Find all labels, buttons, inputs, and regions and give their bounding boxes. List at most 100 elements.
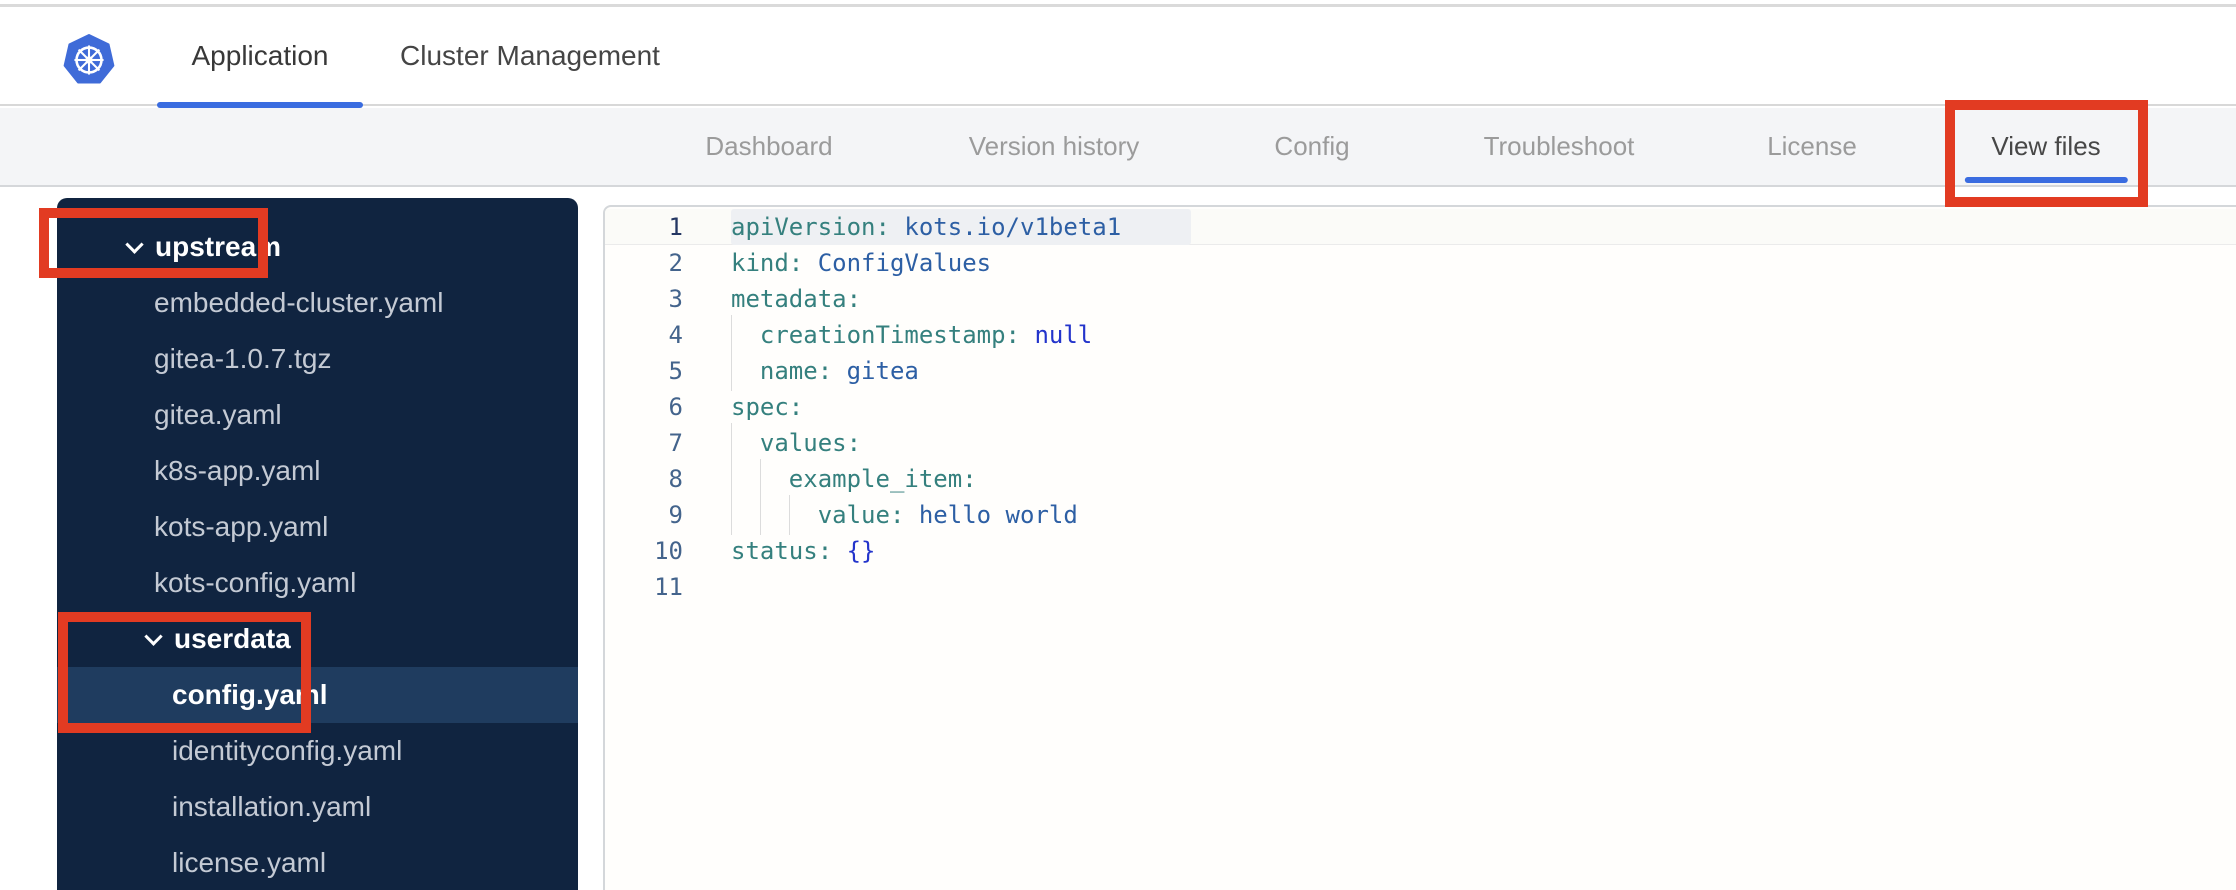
tree-item-label: identityconfig.yaml [172, 735, 403, 766]
token-kw: null [1034, 321, 1093, 349]
code-line[interactable]: 10 status: {} [605, 533, 2236, 569]
tab-cluster-management[interactable]: Cluster Management [350, 7, 710, 104]
code-line[interactable]: 6 spec: [605, 389, 2236, 425]
subnav-item-license[interactable]: License [1767, 108, 1857, 185]
token-key: value [817, 501, 890, 529]
token-key: values [759, 429, 847, 457]
code-line[interactable]: 4 creationTimestamp: null [605, 315, 2236, 355]
tree-file-gitea-1-0-7-tgz[interactable]: gitea-1.0.7.tgz [57, 331, 578, 387]
code-line[interactable]: 11 [605, 569, 2236, 605]
token-punc: : [817, 537, 847, 565]
app-header: Application Cluster Management [0, 7, 2236, 108]
subnav-item-label: Config [1274, 131, 1350, 161]
tree-file-config-yaml[interactable]: config.yaml [57, 667, 578, 723]
tree-file-gitea-yaml[interactable]: gitea.yaml [57, 387, 578, 443]
tab-label: Cluster Management [400, 39, 660, 71]
code-text: metadata: [731, 281, 861, 317]
kots-admin-console: Application Cluster Management Dashboard V… [0, 0, 2236, 890]
token-key: metadata [731, 285, 847, 313]
code-line[interactable]: 9 value: hello world [605, 495, 2236, 535]
tree-item-label: kots-app.yaml [154, 511, 329, 542]
subnav-item-version-history[interactable]: Version history [969, 108, 1140, 185]
tree-file-license-yaml[interactable]: license.yaml [57, 835, 578, 890]
tree-item-label: userdata [174, 623, 291, 654]
tab-label: Application [191, 39, 329, 71]
token-kw: {} [846, 537, 876, 565]
tree-item-label: k8s-app.yaml [154, 455, 321, 486]
subnav-item-label: License [1767, 131, 1857, 161]
token-key: kind [731, 249, 789, 277]
token-punc: : [962, 465, 977, 493]
tree-file-embedded-cluster-yaml[interactable]: embedded-cluster.yaml [57, 275, 578, 331]
line-number: 10 [654, 537, 683, 565]
indent-guide [731, 495, 732, 535]
code-line[interactable]: 3 metadata: [605, 281, 2236, 317]
yaml-editor[interactable]: 1 apiVersion: kots.io/v1beta1 2 kind: Confi… [603, 205, 2236, 890]
tree-folder-upstream[interactable]: upstream [57, 219, 578, 275]
tree-file-identityconfig-yaml[interactable]: identityconfig.yaml [57, 723, 578, 779]
subnav-item-view-files[interactable]: View files [1964, 108, 2128, 185]
subnav-item-config[interactable]: Config [1274, 108, 1349, 185]
tree-file-installation-yaml[interactable]: installation.yaml [57, 779, 578, 835]
subnav-item-label: Troubleshoot [1483, 131, 1635, 161]
subnav-item-troubleshoot[interactable]: Troubleshoot [1484, 108, 1635, 185]
subnav-item-label: Version history [968, 131, 1140, 161]
tree-item-label: gitea.yaml [154, 399, 282, 430]
chevron-down-icon [144, 626, 163, 646]
active-subnav-indicator [1964, 177, 2128, 183]
code-text: apiVersion: kots.io/v1beta1 [731, 208, 1192, 245]
tree-item-label: embedded-cluster.yaml [154, 287, 444, 318]
token-punc: : [788, 393, 804, 421]
line-number: 8 [668, 465, 683, 493]
tree-item-label: config.yaml [172, 679, 328, 710]
line-number: 4 [668, 321, 683, 349]
tree-item-label: gitea-1.0.7.tgz [154, 343, 332, 374]
code-text: value: hello world [731, 495, 1078, 535]
code-text: creationTimestamp: null [731, 315, 1093, 355]
indent-guide [731, 351, 732, 391]
code-line[interactable]: 7 values: [605, 423, 2236, 463]
token-key: example_item [788, 465, 963, 493]
line-number: 6 [668, 393, 683, 421]
tree-file-k8s-app-yaml[interactable]: k8s-app.yaml [57, 443, 578, 499]
token-punc: : [788, 249, 818, 277]
token-punc: : [889, 501, 919, 529]
token-val: ConfigValues [817, 249, 992, 277]
token-key: name [759, 357, 818, 385]
line-number: 5 [668, 357, 683, 385]
tree-folder-userdata[interactable]: userdata [57, 611, 578, 667]
code-line[interactable]: 1 apiVersion: kots.io/v1beta1 [605, 208, 2236, 245]
code-text: name: gitea [731, 351, 919, 391]
token-key: spec [731, 393, 789, 421]
tree-item-label: kots-config.yaml [154, 567, 357, 598]
indent-guide [731, 459, 732, 499]
token-val: kots.io/v1beta1 [904, 212, 1122, 241]
token-key: status [731, 537, 818, 565]
token-punc: : [875, 212, 905, 241]
line-number: 7 [668, 429, 683, 457]
subnav-item-label: View files [1991, 131, 2101, 161]
token-key: apiVersion [731, 212, 876, 241]
token-val: hello world [918, 501, 1078, 529]
code-line[interactable]: 5 name: gitea [605, 351, 2236, 391]
indent-guide [731, 423, 732, 463]
line-number: 2 [668, 249, 683, 277]
indent-guide [759, 495, 761, 535]
tree-item-label: upstream [155, 231, 282, 262]
token-punc: : [846, 429, 862, 457]
subnav-item-dashboard[interactable]: Dashboard [705, 108, 832, 185]
tree-file-kots-config-yaml[interactable]: kots-config.yaml [57, 555, 578, 611]
code-line[interactable]: 2 kind: ConfigValues [605, 245, 2236, 281]
token-val: gitea [846, 357, 919, 385]
indent-guide [788, 495, 790, 535]
code-line[interactable]: 8 example_item: [605, 459, 2236, 499]
token-punc: : [1005, 321, 1035, 349]
code-text: kind: ConfigValues [731, 245, 991, 281]
code-text: spec: [731, 389, 803, 425]
app-subnav: Dashboard Version history Config Troublesho… [0, 108, 2236, 187]
file-tree: upstream embedded-cluster.yaml gitea-1.0.7… [57, 198, 578, 890]
tree-file-kots-app-yaml[interactable]: kots-app.yaml [57, 499, 578, 555]
indent-guide [759, 459, 761, 499]
chevron-down-icon [125, 234, 144, 254]
code-text: values: [731, 423, 862, 463]
